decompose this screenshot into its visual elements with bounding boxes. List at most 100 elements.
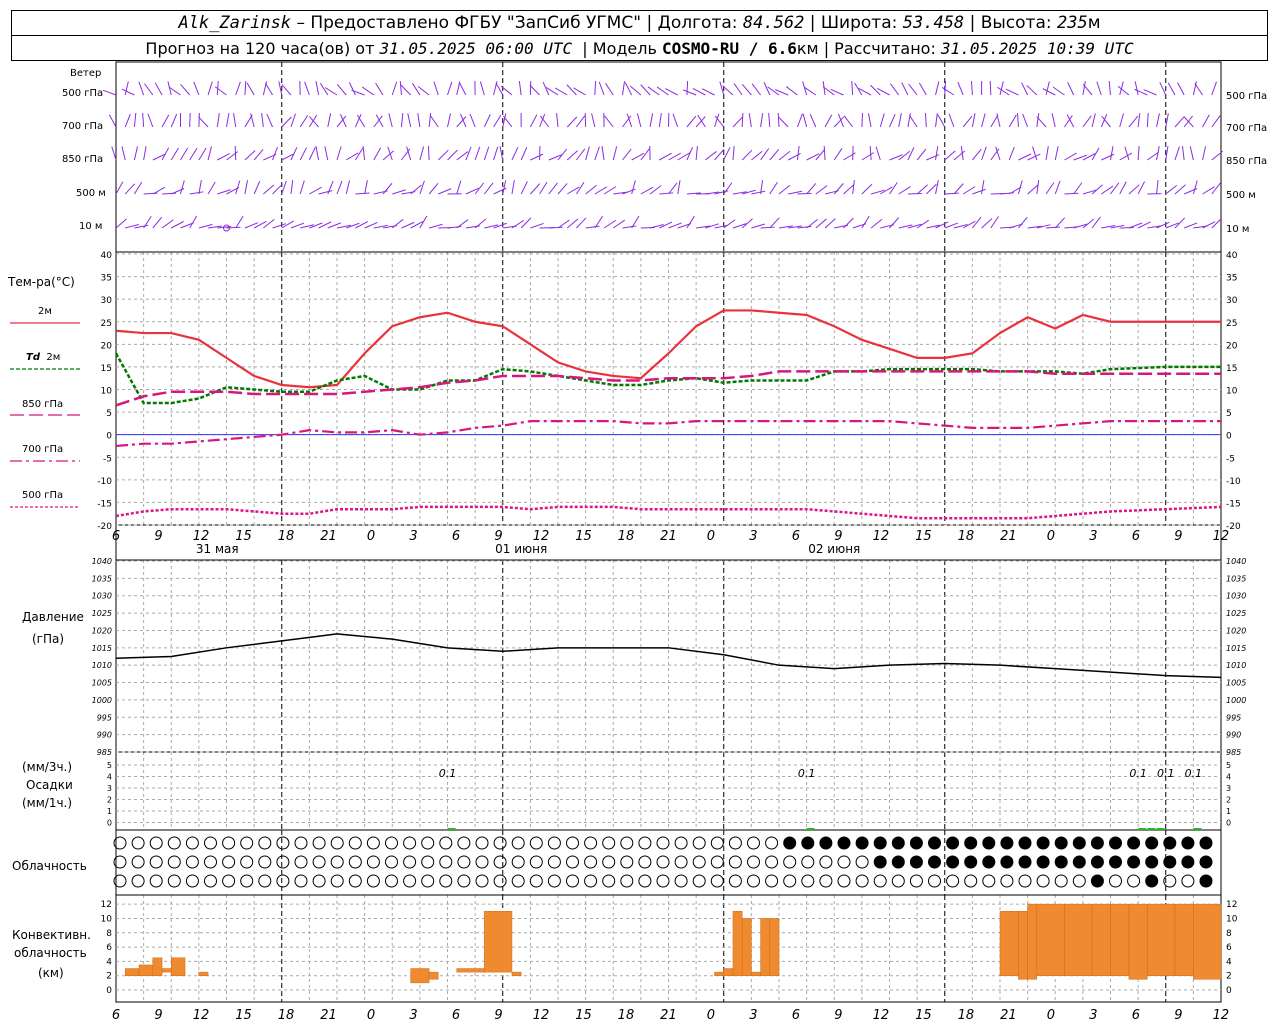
cloud-cover-symbol [964,874,978,888]
cloud-cover-symbol [204,855,217,869]
wind-barb [108,114,117,128]
wind-barb [705,151,717,161]
wind-barb [935,180,939,195]
wind-barb [972,188,986,195]
cloud-cover-symbol [149,874,163,888]
cloud-cover-symbol [385,836,398,850]
wind-barb [1042,88,1056,96]
wind-barb [924,112,927,128]
cloud-cover-symbol [584,855,598,869]
cloud-cover-symbol [1054,855,1068,869]
wind-barb [417,85,430,96]
bottom-time-tick-label: 9 [494,1008,502,1023]
cloud-cover-symbol [330,855,344,869]
cloud-cover-symbol [801,836,815,850]
wind-barb [875,146,881,161]
cloud-cover-symbol [638,874,652,888]
wind-barb [1091,147,1100,161]
wind-barb [428,182,439,195]
wind-barb [594,146,600,161]
wind-barb [529,84,540,96]
wind-barb [861,183,873,195]
cloud-cover-symbol [964,855,978,869]
meteogram-svg: 500 гПа700 гПа850 гПа500 м10 м40 4035 3530… [10,61,1267,1023]
wind-barb [530,183,541,195]
cloud-cover-symbol [403,855,417,869]
wind-barb [121,146,126,161]
conv-tick-left: 10 [101,914,113,924]
wind-barb [1146,112,1149,128]
wind-barb [1137,221,1151,229]
wind-barb [1189,146,1194,161]
wind-barb [1177,82,1185,96]
bottom-time-tick-label: 3 [1089,1008,1097,1023]
cloud-cover-symbol [783,874,797,888]
wind-barb [944,80,947,96]
wind-barb [1054,217,1066,229]
wind-barb [1101,153,1115,161]
cloud-cover-symbol [475,874,489,888]
wind-barb [1119,181,1127,195]
cloud-cover-symbol [276,836,290,850]
time-tick-label: 0 [367,529,375,544]
cloud-cover-symbol [222,836,236,850]
cloud-cover-symbol [1090,874,1104,888]
bottom-time-tick-label: 0 [1047,1008,1055,1023]
cloud-cover-symbol [1181,855,1195,869]
cloud-cover-symbol [547,874,561,888]
wind-barb [981,218,993,229]
time-tick-label: 0 [1047,529,1055,544]
cloud-cover-symbol [656,874,670,888]
wind-barb [373,147,382,161]
cloud-cover-symbol [149,836,163,850]
bottom-time-tick-label: 6 [112,1008,120,1023]
wind-barb [1211,115,1221,128]
pressure-tick-left: 1015 [92,644,112,653]
bottom-time-tick-label: 6 [452,1008,460,1023]
day-label: 02 июня [808,542,860,556]
cloud-cover-symbol [421,836,435,850]
wind-barb [530,153,544,161]
wind-barb [391,218,404,229]
time-tick-label: 12 [1213,529,1230,544]
cloud-cover-symbol [765,836,779,850]
wind-barb [566,150,578,161]
wind-barb [124,183,136,195]
wind-barb [147,113,154,128]
wind-barb [290,147,298,161]
wind-barb [144,83,154,96]
time-tick-label: 18 [958,529,975,544]
wind-barb [833,183,844,195]
wind-barb [1017,112,1019,128]
time-tick-label: 21 [320,529,337,544]
wind-barb [1181,146,1185,161]
cloud-cover-symbol [819,855,833,869]
wind-barb [483,146,490,161]
wind-barb [622,148,632,161]
wind-barb [824,114,833,128]
wind-barb [161,147,170,161]
wind-barb [124,81,129,96]
wind-barb [447,113,452,128]
wind-barb [1174,184,1186,195]
pressure-tick-left: 1025 [92,609,112,618]
convective-bar [1147,903,1176,976]
bottom-time-tick-label: 9 [1174,1008,1182,1023]
wind-barb [909,115,918,128]
wind-barb [748,113,752,128]
cloud-cover-symbol [493,836,507,850]
wind-barb [1045,182,1055,195]
cloud-cover-symbol [457,836,471,850]
wind-barb [916,184,928,195]
wind-barb [263,218,275,229]
wind-barb [281,84,292,96]
cloud-cover-symbol [1145,874,1159,888]
wind-barb [732,146,735,161]
wind-barb [1036,113,1040,128]
cloud-cover-symbol [747,855,760,869]
cloud-cover-symbol [312,874,326,888]
wind-barb [851,80,854,96]
cloud-cover-symbol [747,836,760,850]
wind-barb [916,219,930,229]
cloud-cover-symbol [602,836,616,850]
